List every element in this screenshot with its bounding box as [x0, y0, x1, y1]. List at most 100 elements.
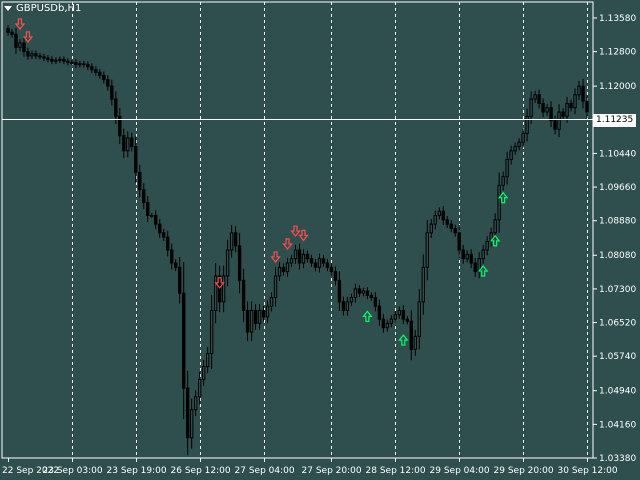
candle-body-bear: [42, 56, 46, 59]
candle-body-bull: [18, 42, 22, 48]
candle-body-bear: [6, 28, 10, 33]
candle-body-bull: [58, 58, 62, 61]
candle-body-bear: [185, 387, 190, 439]
candle-body-bear: [134, 146, 138, 173]
candle-body-bear: [377, 305, 382, 320]
x-tick-label: 27 Sep 04:00: [235, 466, 295, 476]
y-tick-label: 1.13580: [599, 14, 636, 24]
candle-body-bull: [213, 275, 218, 311]
candle-body-bear: [321, 258, 326, 264]
candle-body-bull: [393, 314, 398, 320]
dropdown-triangle-icon: [4, 6, 12, 11]
candle-body-bear: [341, 301, 346, 311]
candle-body-bull: [269, 297, 274, 307]
candle-body-bear: [74, 61, 78, 66]
candle-body-bear: [553, 120, 557, 130]
candle-body-bear: [82, 63, 86, 66]
candle-body-bear: [365, 290, 370, 296]
candle-body-bull: [201, 366, 206, 380]
candle-body-bull: [293, 249, 298, 260]
candle-body-bear: [26, 51, 30, 57]
candle-body-bear: [94, 69, 98, 73]
candle-body-bear: [90, 66, 94, 71]
candle-body-bear: [154, 215, 158, 225]
y-tick-label: 1.08080: [599, 251, 636, 261]
candle-body-bear: [405, 318, 410, 322]
current-price-tag: 1.11235: [593, 113, 637, 127]
candle-body-bull: [257, 309, 262, 324]
candle-body-bull: [193, 396, 198, 411]
candle-body-bear: [114, 98, 118, 117]
candle-body-bull: [429, 223, 433, 234]
x-tick-label: 26 Sep 12:00: [171, 466, 231, 476]
candle-body-bull: [509, 150, 513, 160]
candle-body-bull: [225, 249, 230, 277]
x-tick-label: 29 Sep 20:00: [494, 466, 554, 476]
candle-body-bull: [389, 318, 394, 324]
candle-body-bear: [381, 318, 386, 329]
candle-body-bear: [174, 262, 178, 268]
y-tick-label: 1.12000: [599, 82, 636, 92]
candle-body-bear: [281, 266, 286, 273]
candle-body-bear: [333, 271, 338, 281]
candle-body-bear: [309, 258, 314, 264]
candle-body-bear: [130, 137, 134, 148]
candle-body-bull: [545, 107, 549, 113]
y-tick-label: 1.12800: [599, 48, 636, 58]
candle-body-bear: [541, 102, 545, 113]
candle-body-bull: [417, 301, 421, 337]
candle-body-bear: [50, 58, 54, 62]
candle-body-bear: [373, 297, 378, 307]
candle-body-bear: [469, 253, 473, 264]
x-tick-label: 28 Sep 12:00: [366, 466, 426, 476]
candle-body-bull: [349, 297, 354, 303]
candle-body-bull: [521, 133, 525, 143]
candle-body-bull: [433, 215, 437, 225]
candle-body-bear: [162, 232, 166, 238]
candle-body-bull: [397, 309, 402, 316]
candle-body-bear: [337, 279, 342, 303]
candle-body-bull: [70, 61, 74, 64]
candle-body-bull: [505, 158, 509, 178]
x-tick-label: 29 Sep 04:00: [430, 466, 490, 476]
candle-body-bull: [273, 275, 278, 299]
candle-body-bull: [353, 288, 358, 299]
candle-body-bear: [178, 266, 182, 294]
candle-body-bear: [217, 275, 222, 303]
x-tick-label: 30 Sep 12:00: [558, 466, 618, 476]
candle-body-bull: [30, 53, 34, 57]
candle-body-bull: [249, 309, 254, 333]
candle-body-bull: [285, 262, 290, 273]
candle-body-bear: [98, 71, 102, 76]
candle-body-bear: [253, 309, 258, 324]
candle-body-bull: [78, 63, 82, 66]
candle-body-bull: [289, 258, 294, 264]
candle-body-bull: [529, 98, 533, 117]
candle-body-bull: [465, 253, 469, 260]
x-tick-label: 27 Sep 20:00: [302, 466, 362, 476]
candle-body-bull: [345, 301, 350, 311]
candle-body-bear: [569, 102, 573, 109]
candle-body-bear: [313, 262, 318, 268]
candle-body-bull: [205, 353, 210, 368]
candle-body-bear: [102, 74, 106, 81]
candle-body-bear: [34, 53, 38, 57]
candle-body-bear: [245, 309, 250, 333]
candle-body-bear: [537, 94, 541, 104]
y-tick-label: 1.10440: [599, 149, 636, 159]
candle-body-bull: [577, 85, 581, 96]
candle-body-bull: [501, 176, 505, 186]
candle-body-bear: [409, 320, 414, 350]
candle-body-bull: [513, 146, 517, 152]
candle-body-bear: [10, 31, 14, 35]
candle-body-bear: [329, 266, 334, 273]
price-chart[interactable]: 22 Sep 202223 Sep 03:00 23 Sep 19:00 26 Se…: [0, 0, 640, 480]
candle-body-bear: [106, 79, 110, 87]
symbol-title-menu[interactable]: GBPUSDb,H1: [4, 3, 81, 14]
candle-body-bear: [357, 288, 362, 294]
candle-body-bull: [573, 94, 577, 109]
candle-body-bear: [110, 85, 114, 100]
candle-body-bull: [54, 59, 58, 62]
candle-body-bull: [437, 210, 441, 217]
candle-body-bear: [46, 57, 50, 60]
